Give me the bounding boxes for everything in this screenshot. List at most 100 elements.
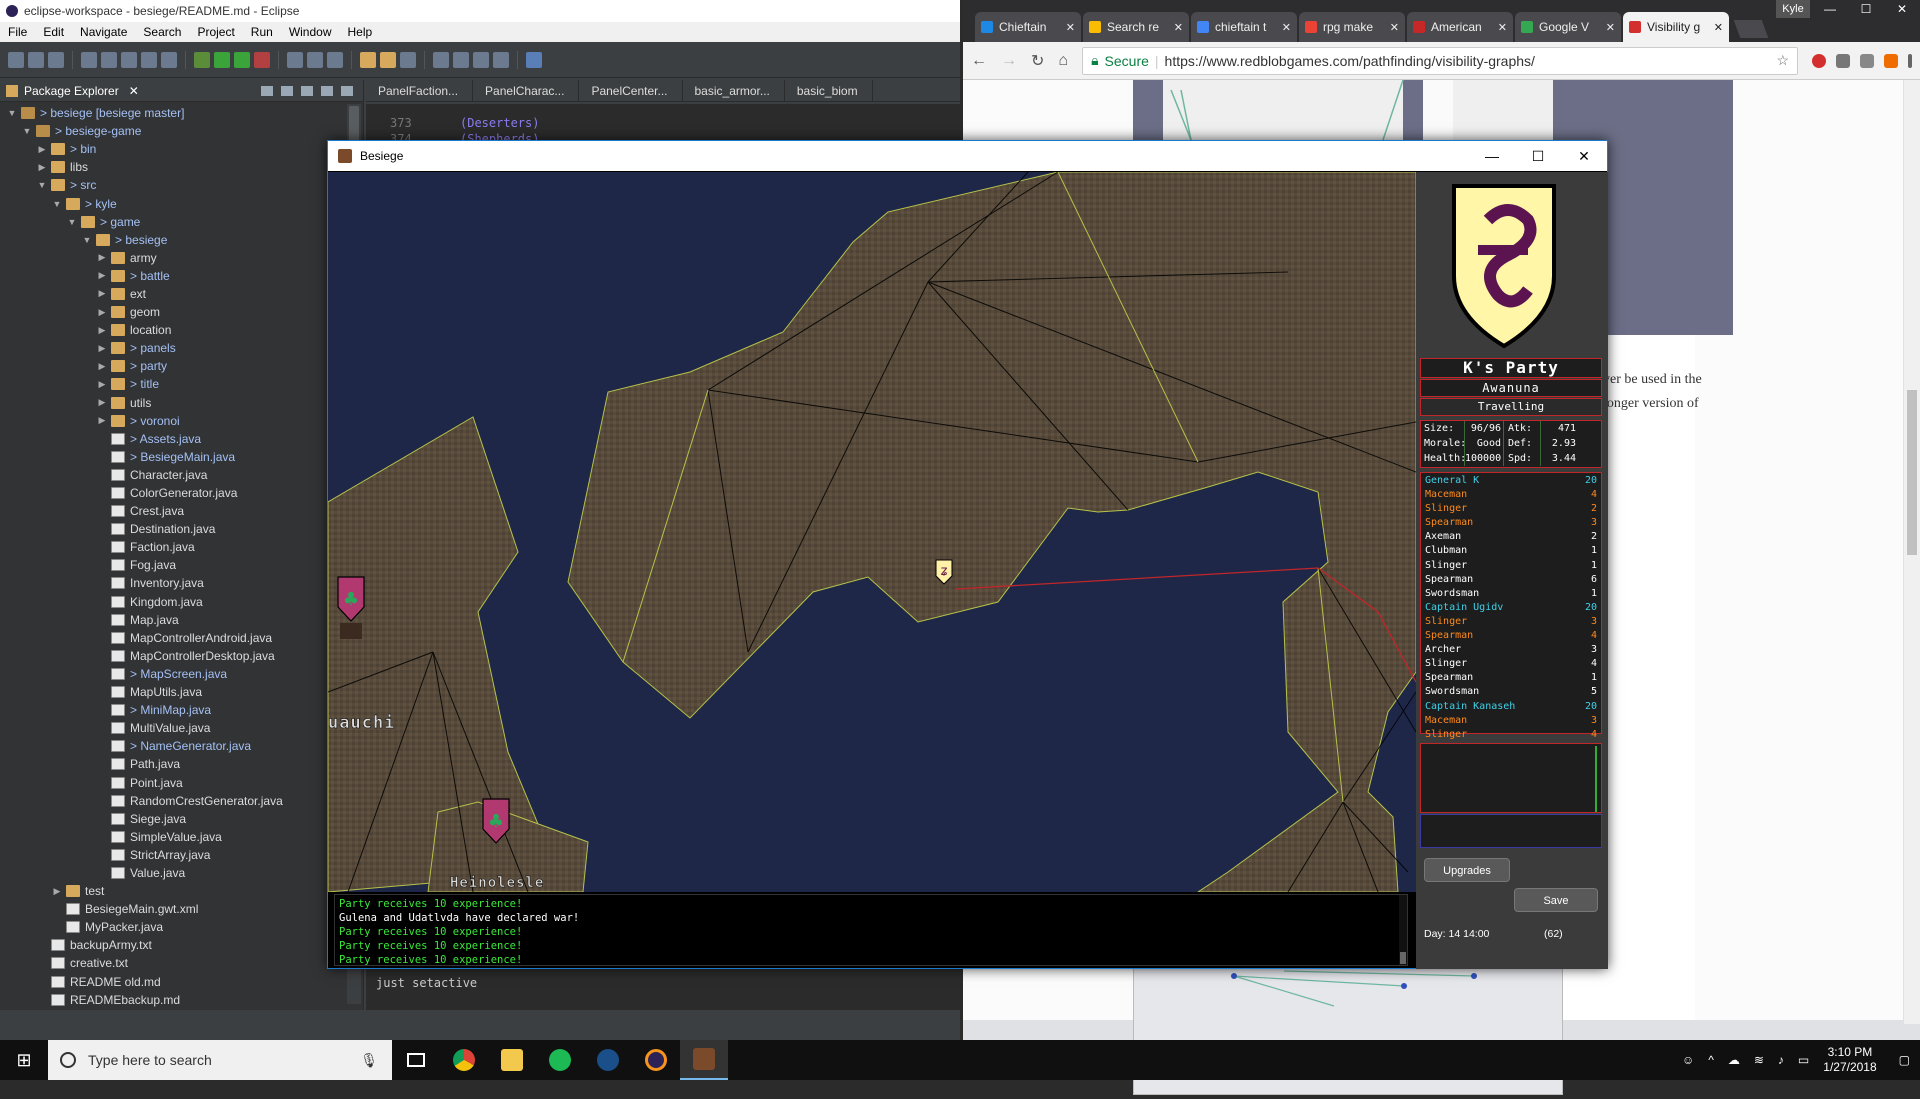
collapsed-arrow-icon[interactable]: ▶ — [36, 162, 48, 173]
open-folder-icon[interactable] — [360, 51, 376, 68]
maximize-icon[interactable]: ☐ — [1848, 0, 1884, 18]
tree-item[interactable]: > NameGenerator.java — [0, 737, 350, 755]
close-tab-icon[interactable]: ✕ — [1606, 21, 1615, 34]
tree-item[interactable]: ColorGenerator.java — [0, 484, 350, 502]
close-tab-icon[interactable]: ✕ — [1390, 21, 1399, 34]
troop-row[interactable]: Swordsman 1 — [1425, 587, 1597, 601]
tree-item[interactable]: BesiegeMain.gwt.xml — [0, 900, 350, 918]
troop-row[interactable]: Archer 3 — [1425, 643, 1597, 657]
eclipse-taskbar-icon[interactable] — [632, 1040, 680, 1080]
troop-row[interactable]: Captain Kanaseh 20 — [1425, 700, 1597, 714]
expanded-arrow-icon[interactable]: ▼ — [21, 126, 33, 136]
collapsed-arrow-icon[interactable]: ▶ — [96, 307, 108, 318]
collapsed-arrow-icon[interactable]: ▶ — [96, 325, 108, 336]
troop-row[interactable]: Swordsman 5 — [1425, 685, 1597, 699]
troop-row[interactable]: Spearman 4 — [1425, 629, 1597, 643]
external-tools-icon[interactable] — [254, 51, 270, 68]
troop-row[interactable]: Slinger 4 — [1425, 728, 1597, 742]
tree-item[interactable]: ▶ > party — [0, 357, 350, 375]
menu-item-help[interactable]: Help — [340, 25, 381, 39]
coverage-icon[interactable] — [234, 51, 250, 68]
log-scrollbar[interactable] — [1399, 895, 1407, 965]
tree-item[interactable]: ▼ > besiege [besiege master] — [0, 104, 350, 122]
tree-item[interactable]: ▼ > kyle — [0, 194, 350, 212]
menu-item-run[interactable]: Run — [243, 25, 281, 39]
tree-item[interactable]: > MapScreen.java — [0, 665, 350, 683]
new-java-project-icon[interactable] — [287, 51, 303, 68]
besiege-taskbar-icon[interactable] — [680, 1040, 728, 1080]
troop-row[interactable]: Maceman 3 — [1425, 714, 1597, 728]
menu-item-edit[interactable]: Edit — [35, 25, 72, 39]
world-map[interactable]: ʑ ♣ ♣ uauchi Heinolesle — [328, 172, 1416, 892]
troop-row[interactable]: Captain Ugidv 20 — [1425, 601, 1597, 615]
tree-item[interactable]: Crest.java — [0, 502, 350, 520]
browser-tab[interactable]: Visibility g ✕ — [1623, 12, 1729, 42]
show-hidden-icon[interactable]: ^ — [1708, 1053, 1714, 1067]
taskbar-search[interactable]: Type here to search 🎙︎ — [48, 1040, 392, 1080]
tree-item[interactable]: MyPacker.java — [0, 918, 350, 936]
tree-item[interactable]: Path.java — [0, 755, 350, 773]
collapsed-arrow-icon[interactable]: ▶ — [96, 361, 108, 372]
tree-item[interactable]: Faction.java — [0, 538, 350, 556]
expanded-arrow-icon[interactable]: ▼ — [51, 199, 63, 209]
troop-row[interactable]: General K 20 — [1425, 474, 1597, 488]
close-tab-icon[interactable]: ✕ — [1174, 21, 1183, 34]
maximize-icon[interactable] — [341, 85, 353, 96]
tree-item[interactable]: ▶ location — [0, 321, 350, 339]
tree-item[interactable]: MapControllerAndroid.java — [0, 629, 350, 647]
expanded-arrow-icon[interactable]: ▼ — [81, 235, 93, 245]
browser-tab[interactable]: Google V ✕ — [1515, 12, 1621, 42]
troop-row[interactable]: Spearman 1 — [1425, 671, 1597, 685]
package-explorer-tab[interactable]: Package Explorer ✕ — [0, 80, 363, 102]
new-tab-button[interactable] — [1733, 20, 1769, 38]
tree-item[interactable]: MapUtils.java — [0, 683, 350, 701]
run-icon[interactable] — [214, 51, 230, 68]
open-task-icon[interactable] — [141, 51, 157, 68]
close-icon[interactable]: ✕ — [1561, 141, 1607, 171]
forward-icon[interactable] — [493, 51, 509, 68]
collapsed-arrow-icon[interactable]: ▶ — [96, 397, 108, 408]
brush-icon[interactable] — [400, 51, 416, 68]
tree-item[interactable]: RandomCrestGenerator.java — [0, 792, 350, 810]
user-profile-badge[interactable]: Kyle — [1776, 0, 1810, 18]
back-icon[interactable] — [473, 51, 489, 68]
scrollbar-thumb[interactable] — [1400, 952, 1406, 964]
editor-tab[interactable]: PanelCenter... — [579, 79, 683, 102]
chrome-menu-icon[interactable] — [1908, 53, 1912, 68]
new-package-icon[interactable] — [307, 51, 323, 68]
close-icon[interactable]: ✕ — [129, 84, 139, 98]
tree-item[interactable]: > Assets.java — [0, 430, 350, 448]
browser-tab[interactable]: Chieftain ✕ — [975, 12, 1081, 42]
tree-item[interactable]: ▶ > title — [0, 375, 350, 393]
action-center-icon[interactable]: ▢ — [1899, 1053, 1910, 1067]
forward-arrow-icon[interactable]: → — [1001, 52, 1017, 70]
browser-tab[interactable]: Search re ✕ — [1083, 12, 1189, 42]
spotify-icon[interactable] — [536, 1040, 584, 1080]
collapsed-arrow-icon[interactable]: ▶ — [96, 379, 108, 390]
expanded-arrow-icon[interactable]: ▼ — [66, 217, 78, 227]
tree-item[interactable]: ▶ libs — [0, 158, 350, 176]
open-type-icon[interactable] — [121, 51, 137, 68]
upgrades-button[interactable]: Upgrades — [1424, 858, 1510, 882]
tree-item[interactable]: creative.txt — [0, 954, 350, 972]
browser-tab[interactable]: American ✕ — [1407, 12, 1513, 42]
pin-icon[interactable] — [453, 51, 469, 68]
close-tab-icon[interactable]: ✕ — [1066, 21, 1075, 34]
zoom-extension-icon[interactable] — [1860, 53, 1874, 68]
tree-item[interactable]: ▼ > besiege-game — [0, 122, 350, 140]
save-icon[interactable] — [28, 51, 44, 68]
tree-item[interactable]: Fog.java — [0, 556, 350, 574]
tree-item[interactable]: ▼ > game — [0, 213, 350, 231]
troop-row[interactable]: Axeman 2 — [1425, 530, 1597, 544]
collapsed-arrow-icon[interactable]: ▶ — [96, 343, 108, 354]
collapsed-arrow-icon[interactable]: ▶ — [96, 288, 108, 299]
tree-item[interactable]: ▶ army — [0, 249, 350, 267]
opera-extension-icon[interactable] — [1812, 53, 1826, 68]
tree-item[interactable]: READMEbackup.md — [0, 991, 350, 1009]
minimize-icon[interactable]: — — [1812, 0, 1848, 18]
troop-row[interactable]: Slinger 2 — [1425, 502, 1597, 516]
debug-run-icon[interactable] — [194, 51, 210, 68]
collapsed-arrow-icon[interactable]: ▶ — [96, 270, 108, 281]
collapsed-arrow-icon[interactable]: ▶ — [51, 886, 63, 897]
perspective-icon[interactable] — [526, 51, 542, 68]
